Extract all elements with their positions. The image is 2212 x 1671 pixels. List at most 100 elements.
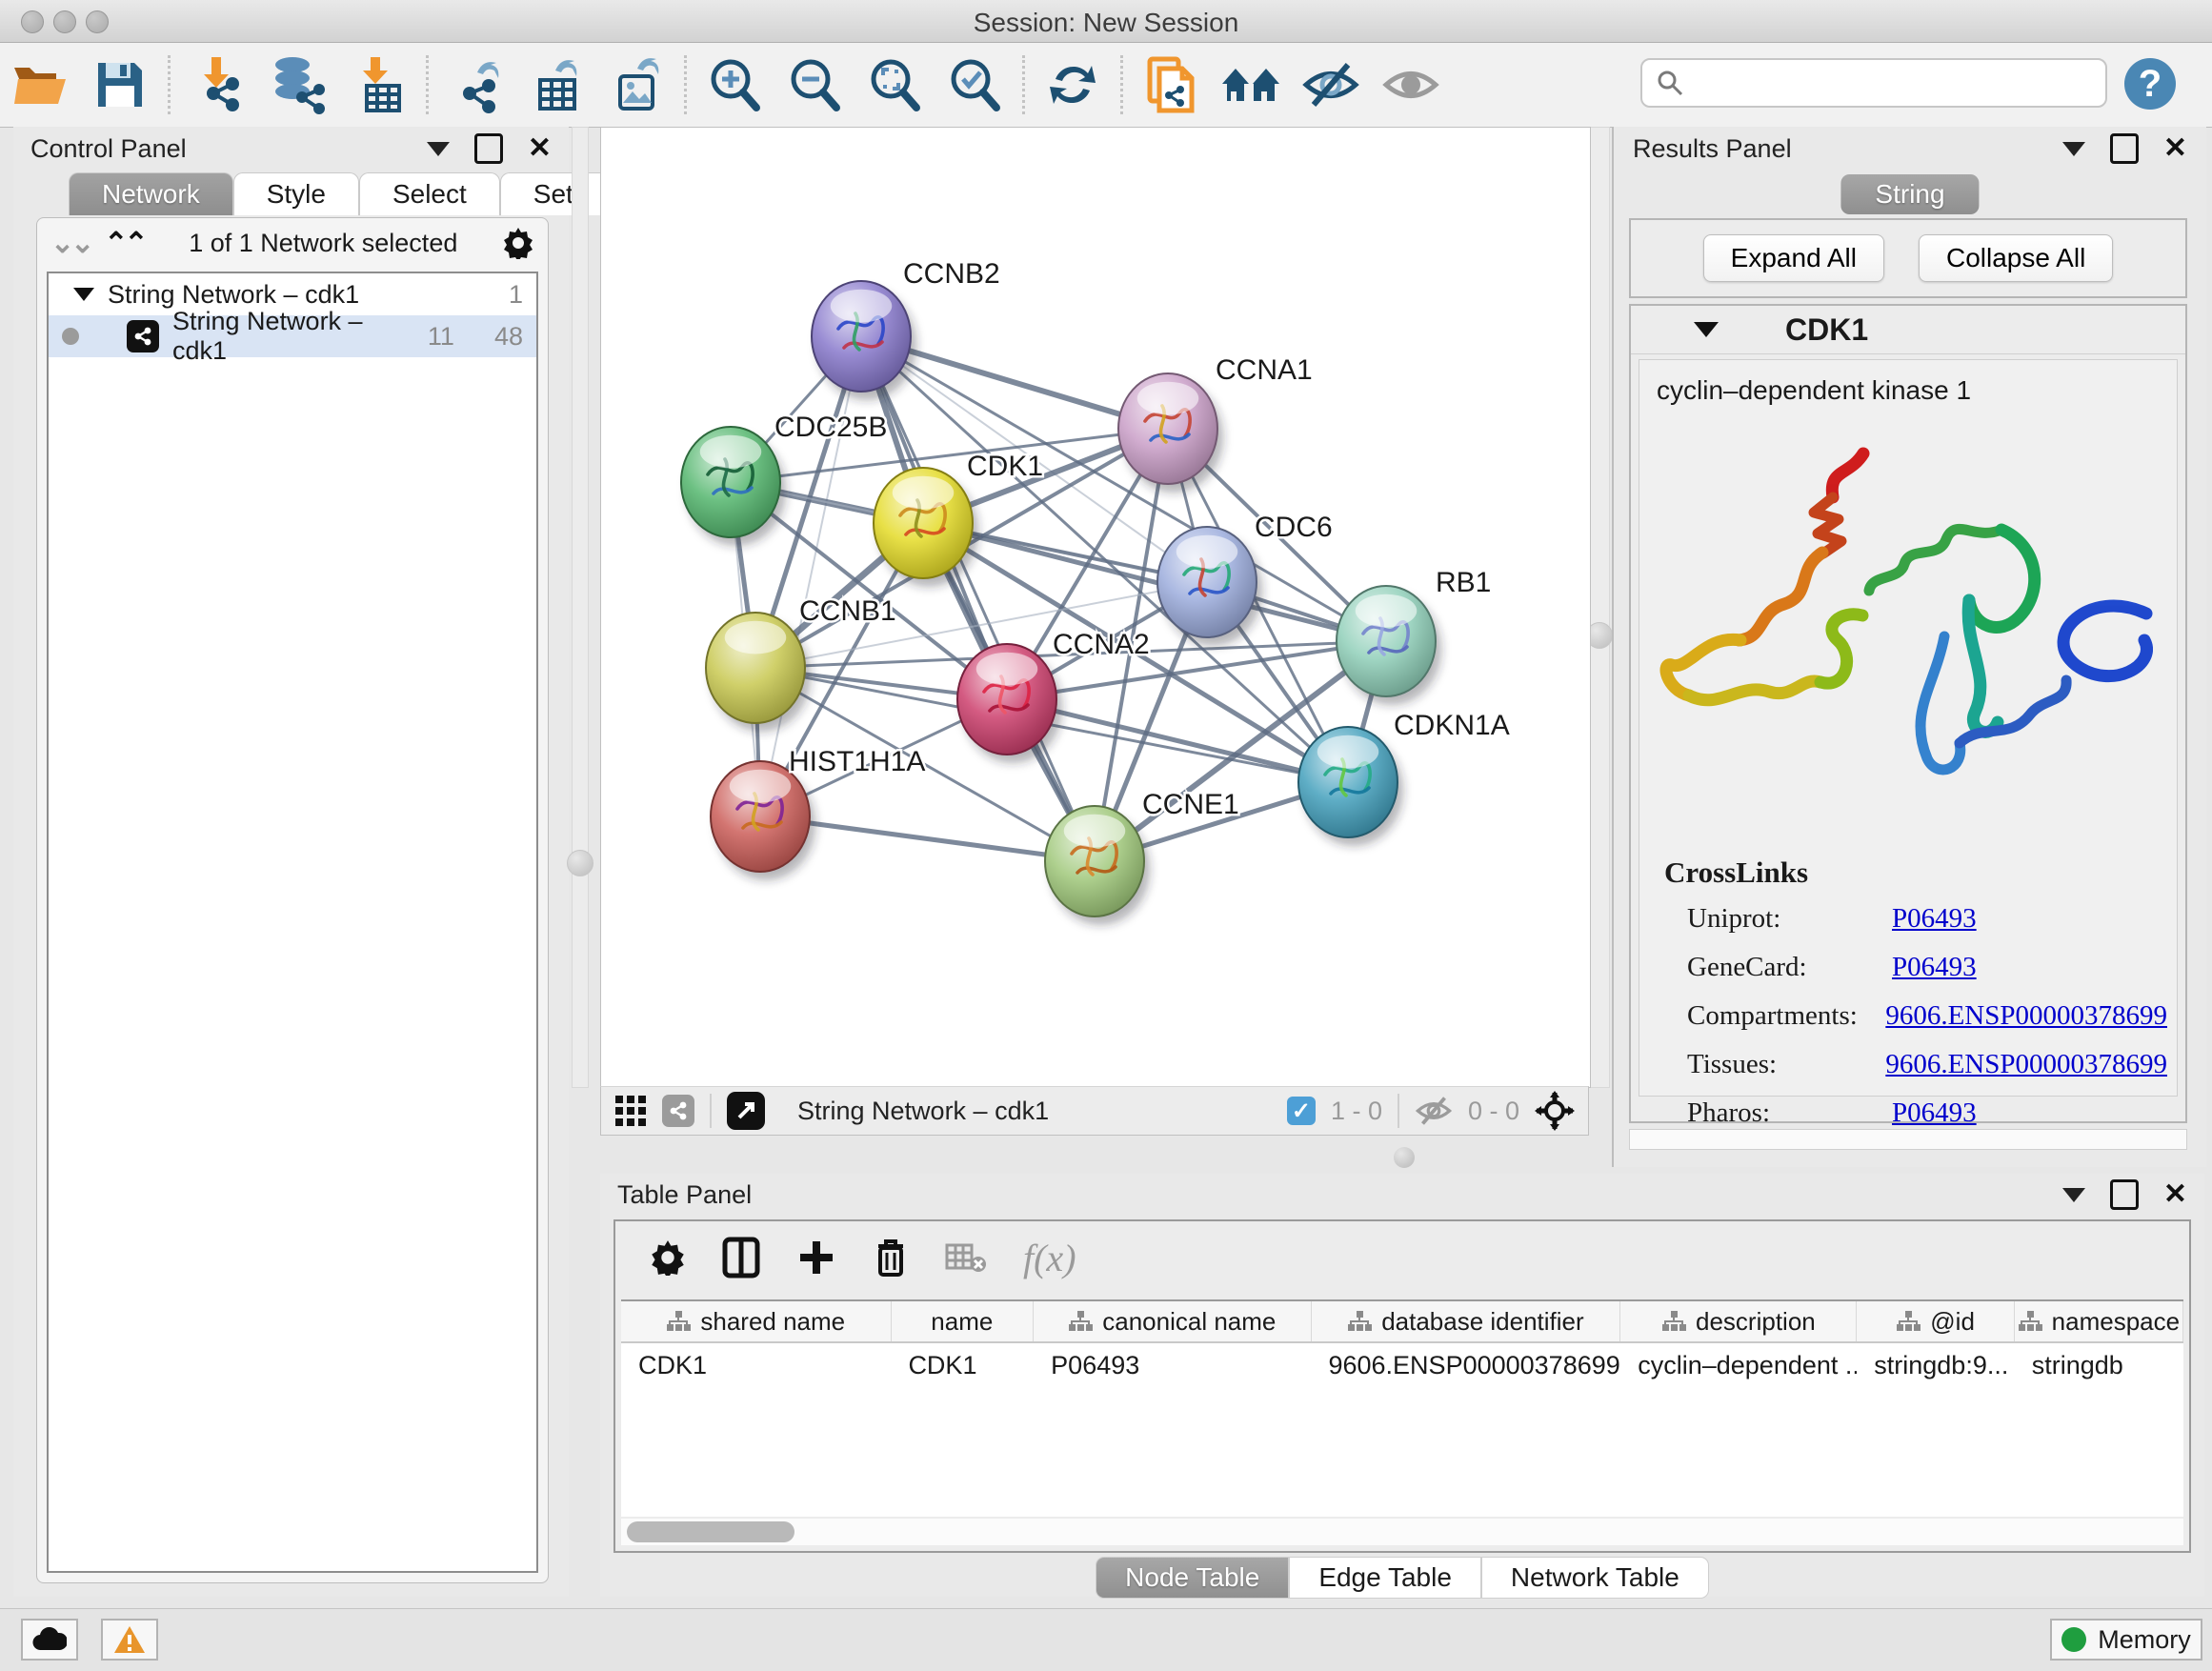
cloud-button[interactable] xyxy=(21,1619,78,1661)
node-CCNE1[interactable]: CCNE1 xyxy=(1045,789,1239,925)
left-splitter-handle[interactable] xyxy=(567,850,593,876)
node-CCNA1[interactable]: CCNA1 xyxy=(1118,354,1313,493)
tab-string[interactable]: String xyxy=(1840,174,1979,214)
cell[interactable]: CDK1 xyxy=(891,1351,1034,1380)
node-CDKN1A[interactable]: CDKN1A xyxy=(1298,710,1510,846)
selected-checkbox-icon[interactable]: ✓ xyxy=(1287,1097,1316,1125)
add-column-icon[interactable] xyxy=(796,1238,836,1278)
collapse-entry-icon[interactable] xyxy=(1694,322,1719,337)
warnings-button[interactable] xyxy=(101,1619,158,1661)
search-input[interactable] xyxy=(1684,68,2069,99)
cell[interactable]: 9606.ENSP00000378699 xyxy=(1311,1351,1620,1380)
node-CDK1[interactable]: CDK1 xyxy=(874,451,1043,587)
right-splitter[interactable] xyxy=(1589,127,1610,1088)
collapse-all-icon[interactable]: ⌄⌄ xyxy=(50,227,90,260)
memory-button[interactable]: Memory xyxy=(2050,1619,2202,1661)
crosslink-link[interactable]: P06493 xyxy=(1892,1097,1977,1129)
network-canvas[interactable]: CCNB2CCNA1CDC25BCDK1CDC6RB1CCNB1CCNA2CDK… xyxy=(600,127,1591,1088)
edge-CCNB2-HIST1H1A[interactable] xyxy=(760,336,861,816)
tab-edge-table[interactable]: Edge Table xyxy=(1289,1557,1481,1599)
network-row-selected[interactable]: String Network – cdk1 11 48 xyxy=(49,315,536,357)
table-row[interactable]: CDK1CDK1P064939606.ENSP00000378699cyclin… xyxy=(621,1343,2183,1387)
close-panel-icon[interactable]: ✕ xyxy=(528,136,552,161)
table-settings-gear-icon[interactable] xyxy=(650,1239,686,1276)
crosslink-link[interactable]: P06493 xyxy=(1892,903,1977,935)
zoom-in-button[interactable] xyxy=(694,47,774,123)
tab-style[interactable]: Style xyxy=(233,172,359,215)
export-table-button[interactable] xyxy=(516,47,596,123)
tab-node-table[interactable]: Node Table xyxy=(1096,1557,1289,1599)
cell[interactable]: stringdb:9... xyxy=(1857,1351,2014,1380)
horizontal-splitter-handle[interactable] xyxy=(1394,1147,1415,1168)
panel-menu-icon[interactable] xyxy=(2062,1188,2085,1202)
gene-entry-header[interactable]: CDK1 xyxy=(1631,306,2185,354)
expand-all-icon[interactable]: ⌃⌃ xyxy=(104,227,144,260)
crosslink-link[interactable]: 9606.ENSP00000378699 xyxy=(1885,1000,2167,1032)
show-columns-icon[interactable] xyxy=(722,1237,760,1278)
crosslink-link[interactable]: 9606.ENSP00000378699 xyxy=(1885,1049,2167,1080)
center-view-icon[interactable] xyxy=(1535,1091,1575,1131)
node-CDC6[interactable]: CDC6 xyxy=(1157,512,1333,646)
column-header-shared-name[interactable]: shared name xyxy=(621,1301,892,1341)
show-hidden-eye-button[interactable] xyxy=(1371,47,1451,123)
node-table[interactable]: shared namenamecanonical namedatabase id… xyxy=(621,1299,2183,1517)
float-panel-icon[interactable] xyxy=(2110,133,2139,164)
collapse-collection-icon[interactable] xyxy=(73,288,94,301)
zoom-out-button[interactable] xyxy=(774,47,855,123)
collapse-all-button[interactable]: Collapse All xyxy=(1919,234,2113,282)
node-CCNB2[interactable]: CCNB2 xyxy=(812,258,1000,400)
panel-menu-icon[interactable] xyxy=(427,142,450,156)
close-panel-icon[interactable]: ✕ xyxy=(2163,1182,2187,1207)
column-header-database-identifier[interactable]: database identifier xyxy=(1312,1301,1621,1341)
hide-selected-eye-slash-button[interactable] xyxy=(1291,47,1371,123)
cell[interactable]: CDK1 xyxy=(621,1351,891,1380)
tab-select[interactable]: Select xyxy=(359,172,500,215)
edge-CCNB2-CCNE1[interactable] xyxy=(861,336,1095,861)
close-panel-icon[interactable]: ✕ xyxy=(2163,136,2187,161)
results-scrollbar[interactable] xyxy=(1629,1129,2187,1150)
function-builder-icon[interactable]: f(x) xyxy=(1023,1236,1076,1280)
column-header-canonical-name[interactable]: canonical name xyxy=(1034,1301,1311,1341)
table-hscrollbar-thumb[interactable] xyxy=(627,1521,794,1542)
import-network-from-database-button[interactable] xyxy=(258,47,338,123)
hidden-eye-slash-icon[interactable] xyxy=(1415,1096,1453,1126)
help-button[interactable]: ? xyxy=(2124,58,2176,110)
cell[interactable]: stringdb xyxy=(2015,1351,2183,1380)
control-panel: Control Panel ✕ Network Style Select Set… xyxy=(13,127,569,1597)
zoom-fit-button[interactable] xyxy=(855,47,935,123)
crosslink-link[interactable]: P06493 xyxy=(1892,952,1977,983)
column-header-name[interactable]: name xyxy=(892,1301,1035,1341)
node-RB1[interactable]: RB1 xyxy=(1337,567,1491,705)
cell[interactable]: cyclin–dependent ... xyxy=(1620,1351,1857,1380)
delete-table-icon[interactable] xyxy=(945,1241,987,1274)
detach-view-icon[interactable] xyxy=(727,1092,765,1130)
node-HIST1H1A[interactable]: HIST1H1A xyxy=(711,746,925,880)
column-header-@id[interactable]: @id xyxy=(1857,1301,2014,1341)
cell[interactable]: P06493 xyxy=(1034,1351,1311,1380)
clone-network-button[interactable] xyxy=(1131,47,1211,123)
left-splitter[interactable] xyxy=(572,127,589,1088)
gear-icon[interactable] xyxy=(502,227,534,259)
home-button[interactable] xyxy=(1211,47,1291,123)
panel-menu-icon[interactable] xyxy=(2062,142,2085,156)
toolbar-search[interactable] xyxy=(1640,58,2107,108)
results-panel-title: Results Panel xyxy=(1633,134,1792,164)
apply-layout-button[interactable] xyxy=(1033,47,1113,123)
export-image-button[interactable] xyxy=(596,47,676,123)
float-panel-icon[interactable] xyxy=(474,133,503,164)
grid-view-icon[interactable] xyxy=(614,1095,647,1127)
import-network-from-file-button[interactable] xyxy=(178,47,258,123)
delete-column-trash-icon[interactable] xyxy=(873,1237,909,1278)
column-header-namespace[interactable]: namespace xyxy=(2015,1301,2183,1341)
open-session-button[interactable] xyxy=(0,47,80,123)
column-header-description[interactable]: description xyxy=(1620,1301,1857,1341)
export-network-button[interactable] xyxy=(436,47,516,123)
tab-network-table[interactable]: Network Table xyxy=(1481,1557,1709,1599)
network-view-icon[interactable] xyxy=(662,1095,694,1127)
import-table-from-file-button[interactable] xyxy=(338,47,418,123)
save-session-button[interactable] xyxy=(80,47,160,123)
float-panel-icon[interactable] xyxy=(2110,1179,2139,1210)
expand-all-button[interactable]: Expand All xyxy=(1703,234,1884,282)
tab-network[interactable]: Network xyxy=(69,172,233,215)
zoom-selected-button[interactable] xyxy=(935,47,1015,123)
